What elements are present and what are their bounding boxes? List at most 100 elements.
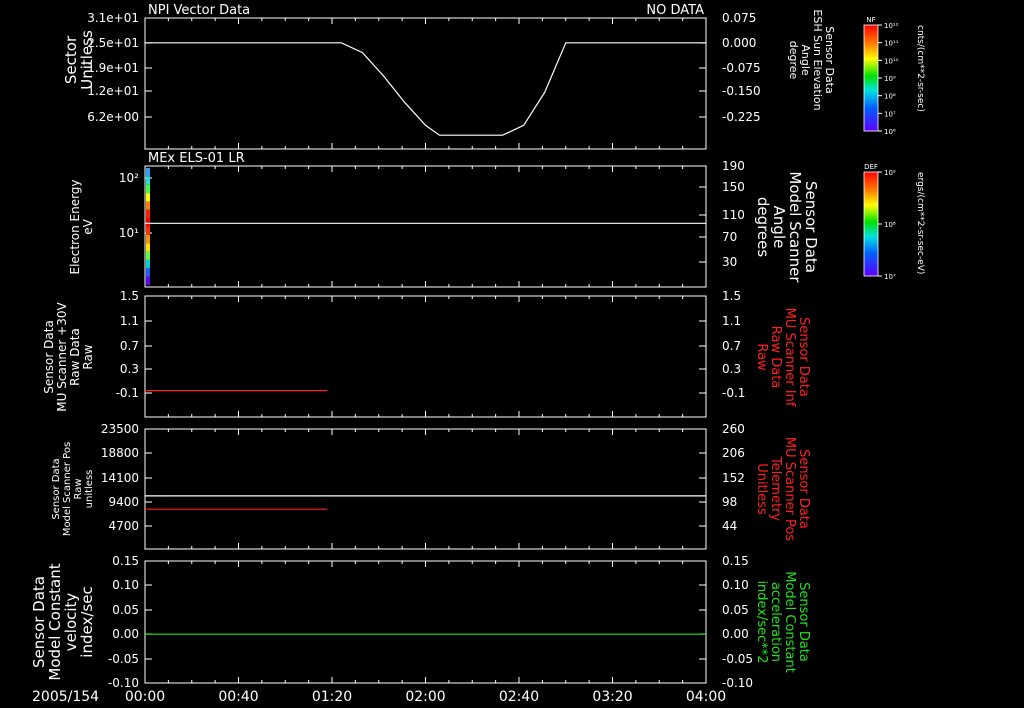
- y-tick-label-right: 0.00: [722, 627, 749, 641]
- y-tick-label-right: -0.10: [722, 676, 753, 690]
- colorbar-tick-label: 10¹²: [884, 22, 899, 30]
- y-tick-label-right: 0.7: [722, 339, 741, 353]
- y-tick-label-right: 70: [722, 230, 737, 244]
- y-tick-label-left: -0.05: [108, 652, 139, 666]
- y-axis-label-right: acceleration: [768, 582, 783, 662]
- y-tick-label-right: 1.1: [722, 314, 741, 328]
- y-tick-label-left: 10²: [119, 171, 139, 185]
- multi-panel-plot: 3.1e+012.5e+011.9e+011.2e+016.2e+000.075…: [30, 3, 925, 705]
- y-axis-label-right: Model Constant: [782, 571, 797, 673]
- y-tick-label-right: -0.075: [722, 61, 761, 75]
- panel-frame: [144, 17, 707, 150]
- colorbar-tick-label: 10⁷: [884, 110, 896, 118]
- time-tick-label: 03:20: [592, 689, 632, 705]
- y-tick-label-right: -0.1: [722, 386, 745, 400]
- y-axis-label-right: Sensor Data: [796, 582, 811, 662]
- colorbar-label: NF: [866, 16, 875, 24]
- y-axis-label-right: Raw: [754, 343, 769, 371]
- time-tick-label: 04:00: [686, 689, 726, 705]
- spectrogram-cell: [146, 168, 150, 177]
- y-tick-label-right: 0.3: [722, 362, 741, 376]
- y-axis-label-left: Unitless: [78, 30, 96, 90]
- y-axis-label-left: unitless: [84, 470, 95, 509]
- y-tick-label-right: 110: [722, 208, 745, 222]
- y-tick-label-right: 0.000: [722, 36, 756, 50]
- y-tick-label-left: 0.10: [112, 578, 139, 592]
- y-tick-label-right: 206: [722, 446, 745, 460]
- y-tick-label-left: 18800: [101, 446, 139, 460]
- y-tick-label-right: 0.05: [722, 603, 749, 617]
- y-tick-label-left: 4700: [108, 519, 139, 533]
- y-axis-label-left: Sensor Data: [51, 458, 62, 519]
- panel-velocity: 0.15 0.10 0.05 0.00 -0.05 -0.10 0.15 0.10 0.05 0.…: [30, 554, 811, 690]
- y-tick-label-right: -0.225: [722, 110, 761, 124]
- colorbar-label: DEF: [864, 163, 878, 171]
- series-line: [145, 42, 706, 136]
- spectrogram-cell: [146, 268, 150, 277]
- spectrogram-cell: [146, 226, 150, 235]
- spectrogram-cell: [146, 201, 150, 210]
- y-axis-label-right: MU Scanner Pos: [782, 437, 797, 542]
- spectrogram-cell: [146, 251, 150, 260]
- y-axis-label-left: MU Scanner +30V: [55, 302, 69, 412]
- y-axis-label-right: Sensor Data: [796, 449, 811, 529]
- spectrogram-cell: [146, 209, 150, 219]
- y-tick-label-right: 0.075: [722, 11, 756, 25]
- y-tick-label-left: 14100: [101, 471, 139, 485]
- y-tick-label-left: 9400: [108, 495, 139, 509]
- time-tick-label: 02:00: [405, 689, 445, 705]
- y-tick-label-right: 152: [722, 471, 745, 485]
- y-axis-label-right: Telemetry: [768, 456, 783, 521]
- spectrogram-cell: [146, 184, 150, 194]
- panel-top: 3.1e+012.5e+011.9e+011.2e+016.2e+000.075…: [62, 3, 836, 150]
- spectrogram-cell: [146, 176, 150, 185]
- y-tick-label-left: 10¹: [119, 226, 139, 240]
- panel-frame: [144, 295, 707, 418]
- y-axis-label-left: Raw: [73, 478, 84, 499]
- colorbar-spectrogram: DEF 10⁹ 10⁸ 10⁷ ergs/(cm**2-sr-sec-eV): [863, 163, 925, 281]
- y-tick-label-right: 30: [722, 255, 737, 269]
- time-tick-label: 00:00: [125, 689, 165, 705]
- panel-status: NO DATA: [646, 3, 704, 18]
- colorbar-tick-label: 10¹¹: [884, 40, 899, 48]
- y-axis-label-left: Sensor Data: [42, 320, 56, 394]
- panel-scanner-pos: 23500 18800 14100 9400 4700 260 206 152 98 44 Sens…: [51, 422, 811, 550]
- y-axis-label-right: Raw Data: [768, 326, 783, 389]
- y-axis-label-left: Electron Energy: [68, 179, 82, 274]
- y-tick-label-right: 0.15: [722, 554, 749, 568]
- y-axis-label-left: Model Scanner Pos: [62, 442, 73, 536]
- colorbar-tick-label: 10⁸: [884, 93, 896, 101]
- y-axis-label-left: eV: [81, 218, 95, 234]
- y-tick-label-right: 150: [722, 180, 745, 194]
- colorbar-tick-label: 10⁸: [884, 221, 896, 229]
- y-tick-label-right: 44: [722, 519, 737, 533]
- y-tick-label-right: 98: [722, 495, 737, 509]
- y-axis-label-left: Raw Data: [68, 328, 82, 386]
- y-tick-label-left: 3.1e+01: [87, 11, 139, 25]
- time-tick-label: 00:40: [218, 689, 258, 705]
- y-axis-label-right: Sensor Data: [796, 317, 811, 397]
- spectrogram-cell: [146, 243, 150, 252]
- panel-mu-raw: 1.5 1.1 0.7 0.3 -0.1 1.5 1.1 0.7 0.3 -0.1 Sensor D…: [42, 289, 811, 418]
- colorbar-top: NF 10¹² 10¹¹ 10¹⁰ 10⁹ 10⁸ 10⁷ 10⁶ cnts/(cm**2-sr…: [863, 16, 925, 136]
- date-label: 2005/154: [32, 689, 99, 705]
- panel-frame: [144, 428, 707, 550]
- y-tick-label-left: 0.05: [112, 603, 139, 617]
- colorbar-tick-label: 10¹⁰: [884, 57, 899, 65]
- panel-frame: [144, 560, 707, 684]
- y-tick-label-left: 1.1: [120, 314, 139, 328]
- y-axis-label-right: degree: [787, 41, 800, 80]
- y-tick-label-left: -0.1: [116, 386, 139, 400]
- y-tick-label-right: -0.150: [722, 84, 761, 98]
- time-tick-label: 02:40: [499, 689, 539, 705]
- spectrogram-cell: [146, 234, 150, 244]
- y-axis-label-right: MU Scanner Inf: [782, 308, 797, 407]
- y-tick-label-right: 260: [722, 422, 745, 436]
- spectrogram-cell: [146, 193, 150, 202]
- y-tick-label-left: 0.00: [112, 627, 139, 641]
- colorbar-tick-label: 10⁹: [884, 169, 896, 177]
- colorbar-tick-label: 10⁹: [884, 75, 896, 83]
- time-tick-label: 01:20: [312, 689, 352, 705]
- y-tick-label-left: -0.10: [108, 676, 139, 690]
- colorbar: [863, 24, 879, 132]
